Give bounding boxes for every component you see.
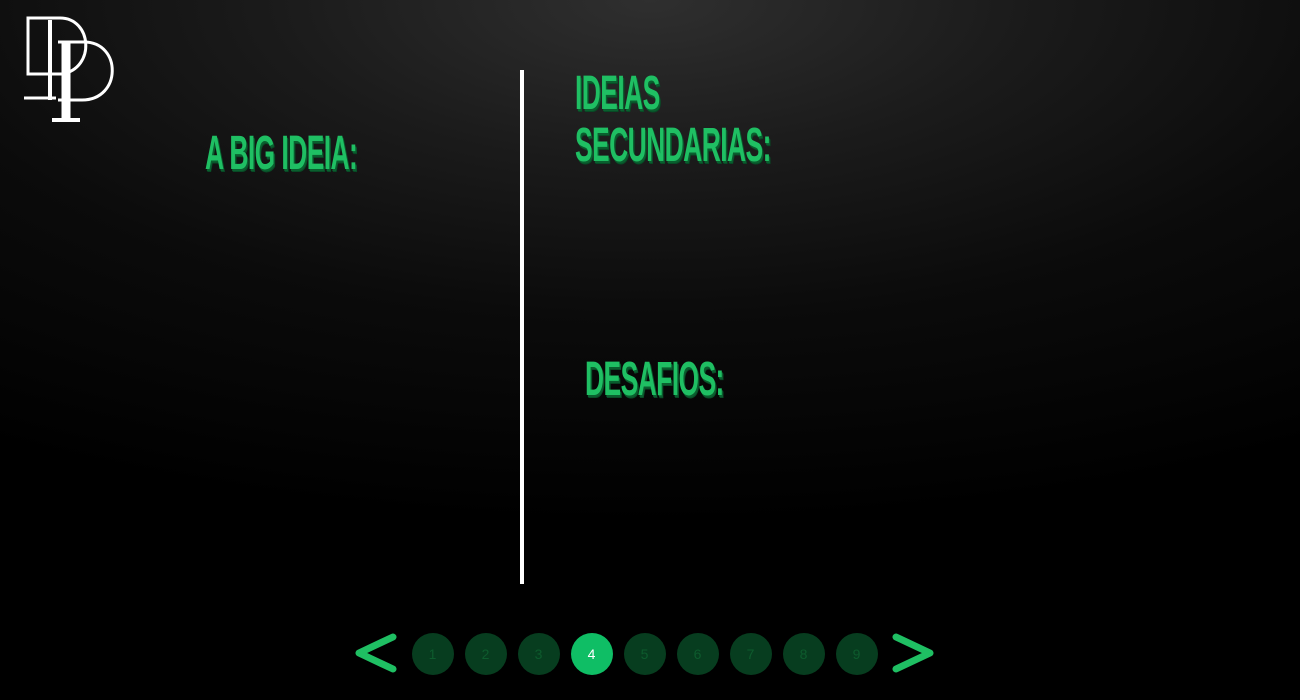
chevron-right-icon <box>892 633 934 673</box>
slide-pagination: 123456789 <box>346 628 954 680</box>
page-button-7[interactable]: 7 <box>729 633 772 675</box>
page-button-1[interactable]: 1 <box>411 633 454 675</box>
secondary-ideas-line1: IDEIAS <box>575 67 660 120</box>
prev-slide-button[interactable] <box>346 628 406 680</box>
dp-monogram-logo <box>24 16 114 122</box>
next-slide-button[interactable] <box>883 628 943 680</box>
page-button-6[interactable]: 6 <box>676 633 719 675</box>
secondary-ideas-heading: IDEIAS SECUNDARIAS: <box>575 68 771 172</box>
page-button-8[interactable]: 8 <box>782 633 825 675</box>
challenges-heading: DESAFIOS: <box>585 353 724 406</box>
page-button-3[interactable]: 3 <box>517 633 560 675</box>
page-button-2[interactable]: 2 <box>464 633 507 675</box>
big-idea-heading: A BIG IDEIA: <box>205 127 358 180</box>
page-button-4[interactable]: 4 <box>570 633 613 675</box>
vertical-divider <box>520 70 524 584</box>
secondary-ideas-line2: SECUNDARIAS: <box>575 119 771 172</box>
page-list: 123456789 <box>406 633 883 675</box>
chevron-left-icon <box>355 633 397 673</box>
page-button-5[interactable]: 5 <box>623 633 666 675</box>
page-button-9[interactable]: 9 <box>835 633 878 675</box>
